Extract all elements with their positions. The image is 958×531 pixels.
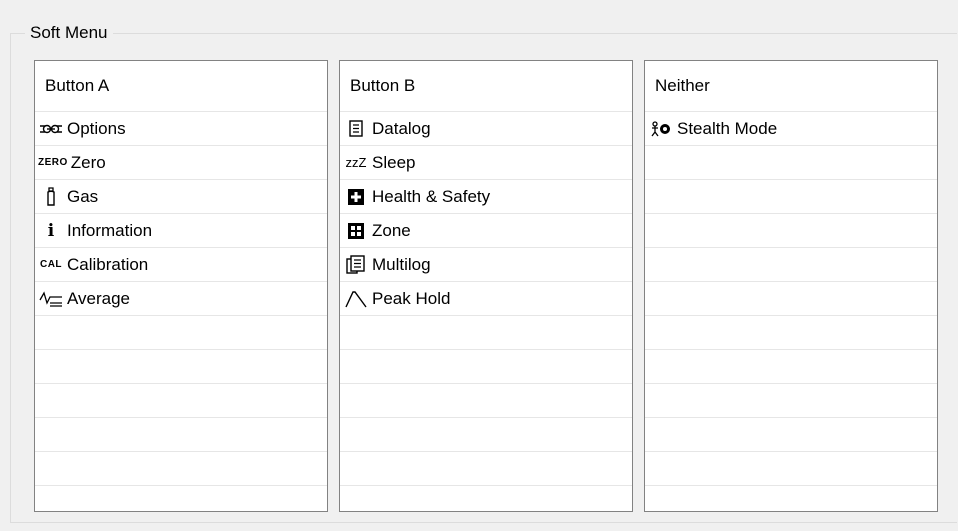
list-item-label: Stealth Mode bbox=[677, 118, 778, 138]
list-item bbox=[645, 383, 937, 417]
list-item-average[interactable]: Average bbox=[35, 281, 327, 315]
list-item bbox=[645, 281, 937, 315]
list-item bbox=[645, 349, 937, 383]
list-item bbox=[645, 451, 937, 485]
list-item bbox=[645, 417, 937, 451]
list-item bbox=[35, 485, 327, 511]
button-a-header: Button A bbox=[45, 76, 110, 95]
peak-hold-icon bbox=[343, 289, 369, 309]
sleep-icon: zzZ bbox=[345, 155, 367, 170]
list-item-label: Calibration bbox=[67, 254, 149, 274]
list-item bbox=[35, 451, 327, 485]
list-item bbox=[340, 315, 632, 349]
list-item-options[interactable]: Options bbox=[35, 111, 327, 145]
soft-menu-title: Soft Menu bbox=[25, 23, 113, 43]
zero-icon: ZERO bbox=[38, 157, 68, 168]
list-item bbox=[645, 179, 937, 213]
list-item bbox=[340, 417, 632, 451]
health-safety-icon bbox=[343, 187, 369, 207]
calibration-icon: CAL bbox=[39, 259, 63, 270]
neither-header: Neither bbox=[655, 76, 710, 95]
options-icon bbox=[38, 119, 64, 139]
list-item bbox=[35, 417, 327, 451]
list-item-label: Sleep bbox=[372, 152, 416, 172]
datalog-icon bbox=[343, 119, 369, 139]
list-item bbox=[645, 485, 937, 511]
list-item-sleep[interactable]: zzZ Sleep bbox=[340, 145, 632, 179]
list-item-multilog[interactable]: Multilog bbox=[340, 247, 632, 281]
information-icon: i bbox=[47, 220, 55, 241]
list-item bbox=[35, 383, 327, 417]
list-item-label: Peak Hold bbox=[372, 288, 451, 308]
button-a-list[interactable]: Button A Options ZERO Zero Gas i Informa… bbox=[34, 60, 328, 512]
neither-list[interactable]: Neither Stealth Mode bbox=[644, 60, 938, 512]
list-item bbox=[645, 247, 937, 281]
list-item-label: Zone bbox=[372, 220, 411, 240]
list-item bbox=[645, 145, 937, 179]
gas-cylinder-icon bbox=[38, 186, 64, 207]
list-item-label: Options bbox=[67, 118, 126, 138]
list-item-peak-hold[interactable]: Peak Hold bbox=[340, 281, 632, 315]
list-item-label: Health & Safety bbox=[372, 186, 491, 206]
list-item bbox=[35, 315, 327, 349]
list-item-label: Average bbox=[67, 288, 131, 308]
list-item bbox=[340, 485, 632, 511]
list-item-label: Information bbox=[67, 220, 153, 240]
list-item-health-safety[interactable]: Health & Safety bbox=[340, 179, 632, 213]
list-item-label: Multilog bbox=[372, 254, 431, 274]
list-item bbox=[35, 349, 327, 383]
zone-icon bbox=[343, 221, 369, 241]
list-item-label: Zero bbox=[70, 152, 106, 172]
list-item-zero[interactable]: ZERO Zero bbox=[35, 145, 327, 179]
list-item bbox=[340, 349, 632, 383]
list-item-information[interactable]: i Information bbox=[35, 213, 327, 247]
list-item-stealth-mode[interactable]: Stealth Mode bbox=[645, 111, 937, 145]
list-item bbox=[645, 213, 937, 247]
list-item-gas[interactable]: Gas bbox=[35, 179, 327, 213]
average-icon bbox=[38, 289, 64, 309]
button-b-list[interactable]: Button B Datalog zzZ Sleep Health & Safe… bbox=[339, 60, 633, 512]
list-item-label: Datalog bbox=[372, 118, 431, 138]
multilog-icon bbox=[343, 255, 369, 275]
list-item-label: Gas bbox=[67, 186, 99, 206]
list-item bbox=[340, 383, 632, 417]
list-item bbox=[340, 451, 632, 485]
list-item-calibration[interactable]: CAL Calibration bbox=[35, 247, 327, 281]
list-item-zone[interactable]: Zone bbox=[340, 213, 632, 247]
button-b-header: Button B bbox=[350, 76, 416, 95]
list-item-datalog[interactable]: Datalog bbox=[340, 111, 632, 145]
stealth-mode-icon bbox=[648, 119, 674, 139]
list-item bbox=[645, 315, 937, 349]
